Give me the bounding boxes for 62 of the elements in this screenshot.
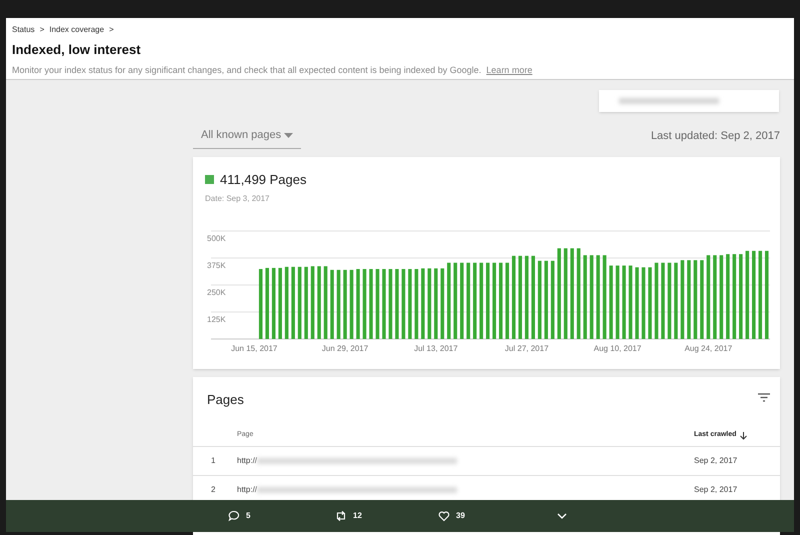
pages-count: 411,499 Pages — [220, 171, 306, 189]
dropdown-caret-icon — [284, 133, 293, 138]
last-crawled-date: Sep 2, 2017 — [694, 484, 738, 496]
breadcrumb-separator: > — [40, 24, 44, 36]
chart-bar — [362, 269, 366, 339]
x-axis-label: Jul 13, 2017 — [414, 344, 458, 353]
chart-bar — [369, 269, 373, 339]
breadcrumb-separator: > — [109, 24, 114, 36]
chart-bar — [440, 268, 444, 339]
chart-bar — [428, 268, 432, 339]
chart-bar — [272, 268, 276, 339]
x-axis-label: Jun 15, 2017 — [231, 344, 278, 353]
row-number: 1 — [210, 455, 216, 467]
chart-bar — [395, 269, 399, 339]
page-url[interactable]: http:// — [237, 484, 258, 496]
chart-bar — [421, 268, 425, 339]
chart-bar — [336, 270, 340, 339]
retweet-arrows-icon[interactable] — [335, 510, 347, 522]
y-axis-label: 125K — [207, 315, 226, 324]
action-count: 39 — [456, 510, 465, 522]
action-count: 12 — [353, 510, 362, 522]
description-text: Monitor your index status for any significant changes, and check that all expected content is being indexed by Google. — [12, 64, 482, 77]
chart-bar — [402, 269, 406, 339]
y-axis-label: 375K — [207, 261, 226, 270]
chart-bar — [343, 270, 347, 339]
page-url[interactable]: http:// — [237, 455, 258, 467]
chart-bar — [356, 269, 360, 339]
speech-bubble-icon[interactable] — [228, 510, 240, 522]
x-axis-label: Aug 10, 2017 — [594, 344, 642, 353]
row-number: 2 — [210, 484, 216, 496]
pages-filter-dropdown[interactable]: All known pages — [193, 123, 301, 149]
last-crawled-date: Sep 2, 2017 — [694, 455, 738, 467]
chart-bar — [382, 269, 386, 339]
chart-bar — [388, 269, 392, 339]
table-title: Pages — [207, 391, 244, 409]
breadcrumb-link[interactable]: Index coverage — [49, 24, 104, 36]
heart-icon[interactable] — [438, 510, 450, 522]
filter-icon[interactable] — [758, 393, 770, 402]
sort-down-arrow-icon — [740, 432, 748, 440]
chart-bar — [642, 267, 646, 339]
chart-bar — [278, 268, 282, 339]
x-axis-label: Aug 24, 2017 — [684, 344, 732, 353]
chart-bar — [434, 268, 438, 339]
x-axis-label: Jun 29, 2017 — [322, 344, 368, 353]
chart-bar — [265, 268, 269, 339]
chart-bar — [330, 270, 334, 339]
y-axis-label: 500K — [207, 234, 226, 243]
chart-bar — [635, 267, 639, 339]
date-text: Date: Sep 3, 2017 — [205, 193, 270, 205]
chart-bar — [648, 267, 652, 339]
chart-bar — [350, 270, 354, 339]
chart-bar — [376, 269, 380, 339]
chart-bar — [414, 269, 418, 339]
last-updated-text: Last updated: Sep 2, 2017 — [650, 128, 780, 144]
y-axis-label: 250K — [207, 288, 226, 297]
chart-bar — [408, 269, 412, 339]
action-count: 5 — [246, 510, 250, 522]
learn-more-link[interactable]: Learn more — [486, 64, 532, 77]
page-title: Indexed, low interest — [12, 41, 142, 59]
breadcrumb-link[interactable]: Status — [12, 24, 35, 36]
chart-bar — [258, 269, 263, 339]
x-axis-label: Jul 27, 2017 — [504, 344, 549, 353]
